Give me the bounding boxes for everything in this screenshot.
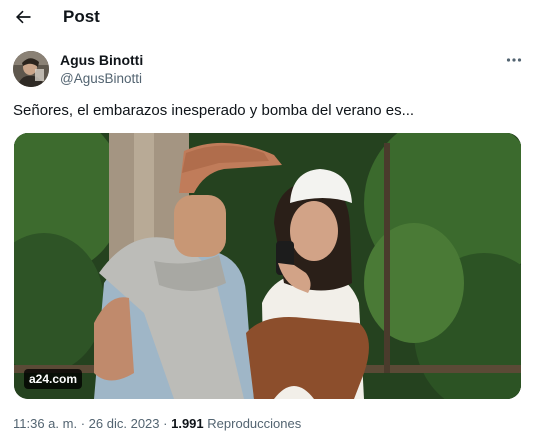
media-source-label: a24.com: [24, 369, 83, 389]
arrow-left-icon: [16, 10, 31, 24]
tweet-text: Señores, el embarazos inesperado y bomba…: [13, 102, 415, 119]
top-bar: Post: [0, 0, 537, 34]
tweet-timestamp[interactable]: 11:36 a. m. · 26 dic. 2023: [13, 416, 160, 431]
avatar-image: [13, 51, 49, 87]
back-button[interactable]: [10, 4, 36, 30]
tweet-media[interactable]: a24.com: [14, 133, 521, 399]
views-count: 1.991: [171, 416, 204, 431]
tweet-time: 11:36 a. m.: [13, 416, 78, 431]
more-horizontal-icon: [506, 58, 522, 62]
tweet-date: 26 dic. 2023: [88, 416, 160, 431]
media-photo: [14, 133, 521, 399]
author-name[interactable]: Agus Binotti: [60, 52, 143, 68]
page-title: Post: [63, 7, 100, 26]
views-label: Reproducciones: [207, 416, 302, 431]
meta-separator: ·: [80, 416, 86, 431]
tweet-metadata: 11:36 a. m. · 26 dic. 2023 · 1.991 Repro…: [13, 416, 301, 431]
meta-separator: ·: [163, 416, 168, 431]
avatar[interactable]: [13, 51, 49, 87]
more-options-button[interactable]: [503, 52, 525, 68]
author-handle[interactable]: @AgusBinotti: [60, 71, 142, 86]
